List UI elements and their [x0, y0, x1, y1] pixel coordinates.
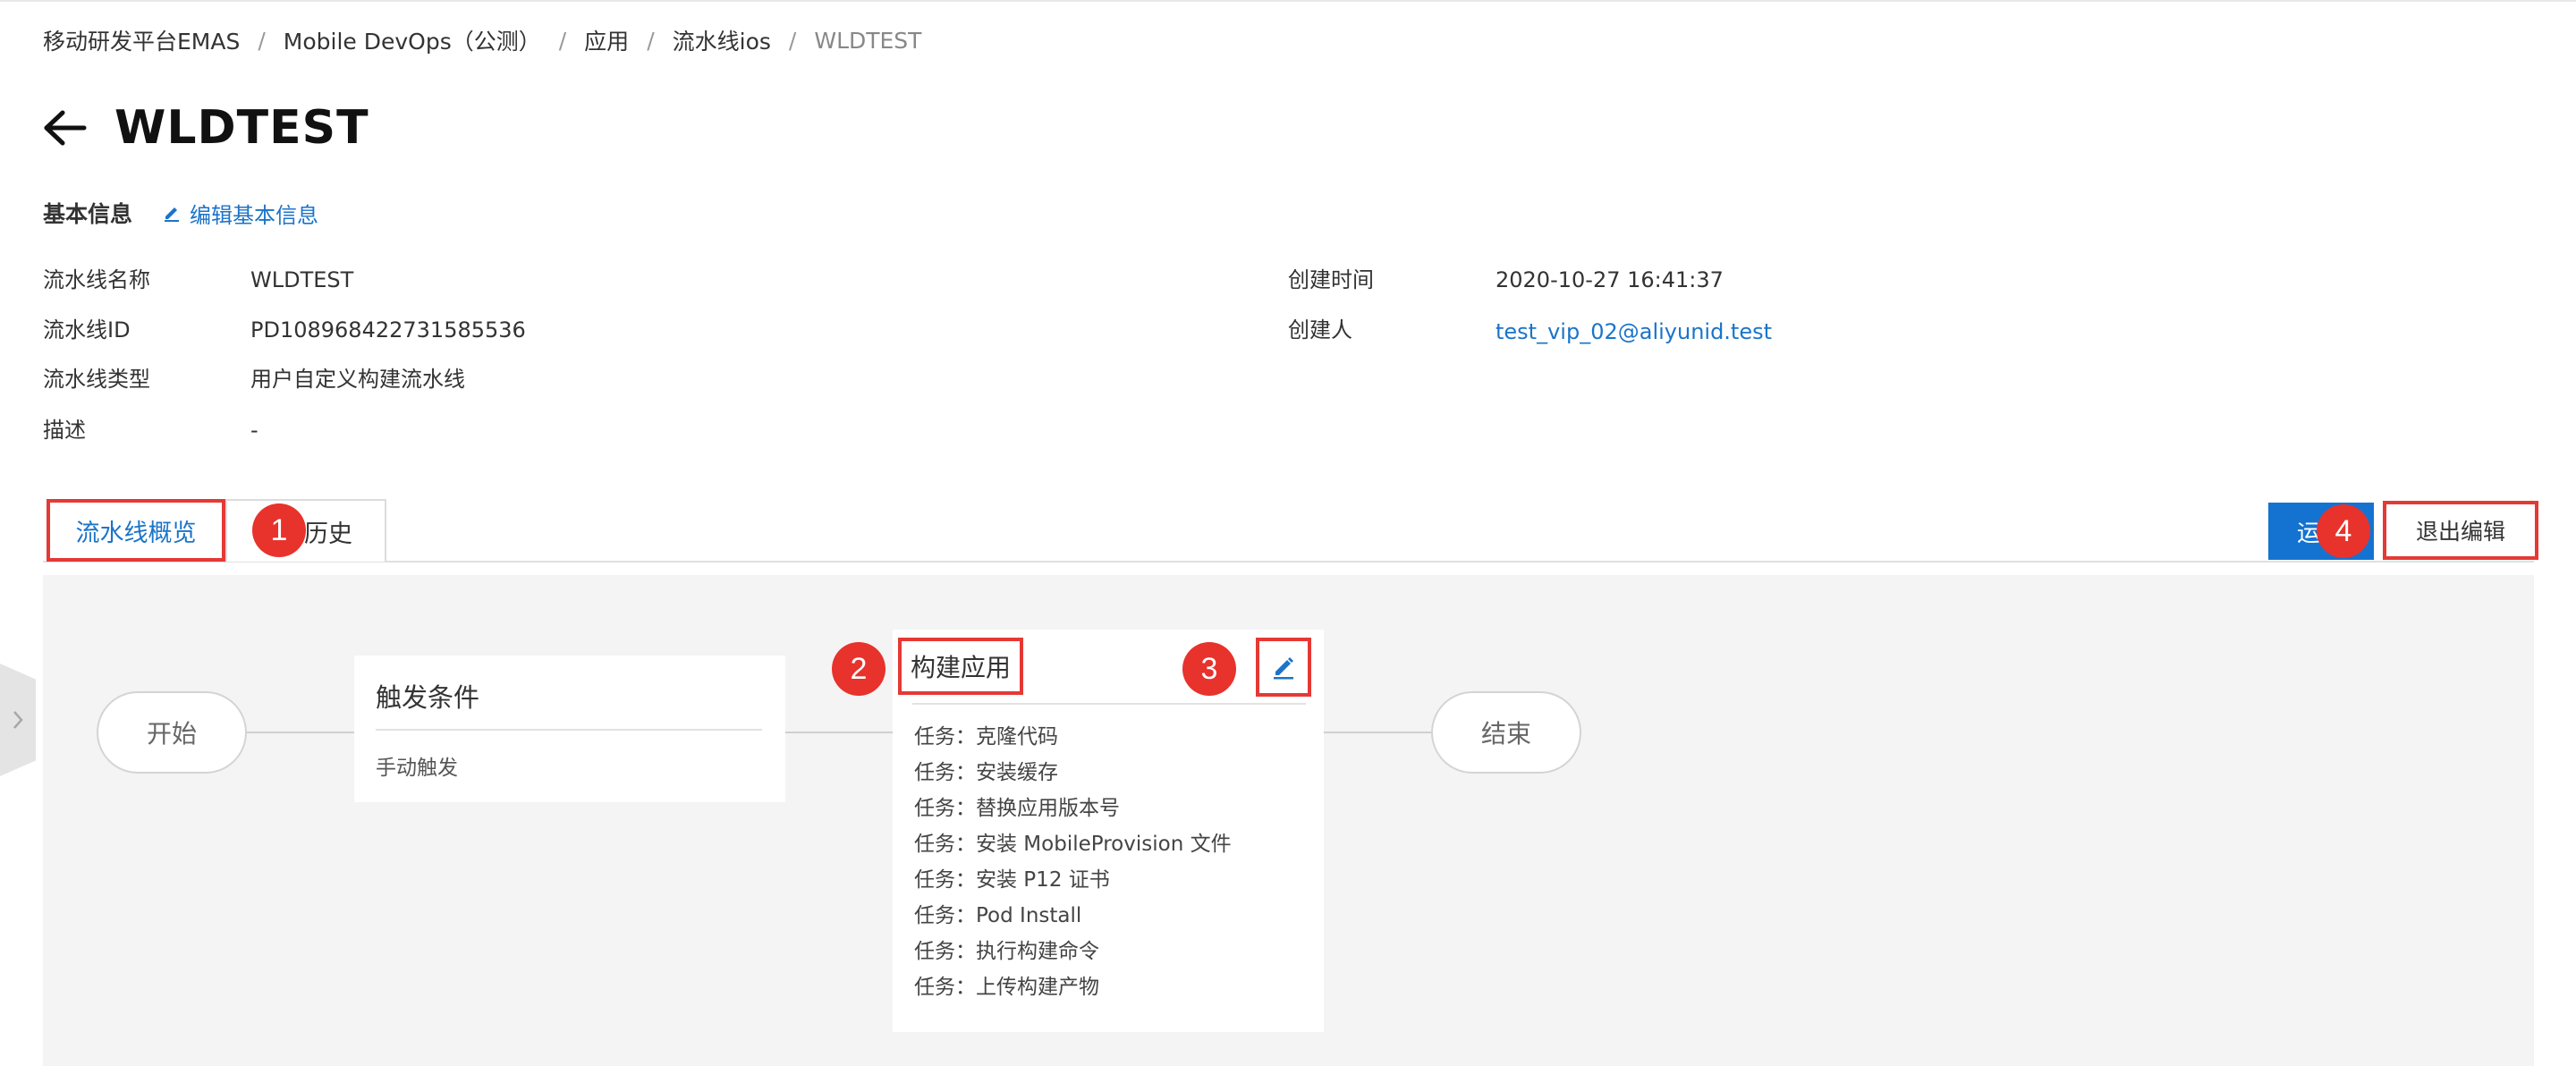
- start-node: 开始: [97, 691, 247, 774]
- breadcrumb-item-app[interactable]: 应用: [584, 24, 629, 56]
- task-item: 任务：替换应用版本号: [914, 797, 1120, 820]
- breadcrumb-item-devops[interactable]: Mobile DevOps（公测）: [284, 24, 541, 56]
- task-item: 任务：安装 P12 证书: [914, 868, 1110, 892]
- divider: [376, 729, 762, 731]
- build-stage-title-label: 构建应用: [910, 653, 1011, 682]
- breadcrumb-item-pipeline-ios[interactable]: 流水线ios: [673, 24, 771, 56]
- breadcrumb-item-emas[interactable]: 移动研发平台EMAS: [43, 24, 240, 56]
- trigger-title: 触发条件: [376, 682, 480, 713]
- pipeline-id-value: PD108968422731585536: [250, 317, 526, 343]
- pencil-icon: [165, 207, 180, 222]
- edit-stage-button[interactable]: [1256, 638, 1311, 697]
- connector-line: [1324, 732, 1433, 733]
- pipeline-type-label: 流水线类型: [43, 367, 150, 392]
- creator-label: 创建人: [1288, 317, 1352, 343]
- top-border: [0, 0, 2576, 2]
- divider: [912, 703, 1306, 705]
- tab-history-label: 历史: [304, 520, 352, 548]
- annotation-badge-1: 1: [252, 503, 306, 557]
- pipeline-detail-page: 移动研发平台EMAS / Mobile DevOps（公测） / 应用 / 流水…: [0, 0, 2576, 1066]
- edit-basic-info-link[interactable]: 编辑基本信息: [163, 198, 318, 229]
- build-stage-card[interactable]: 构建应用 任务：克隆代码 任务：安装缓存 任务：替换应用版本号 任务：安装 Mo…: [893, 630, 1324, 1032]
- description-value: -: [250, 418, 258, 443]
- pipeline-type-value: 用户自定义构建流水线: [250, 367, 465, 392]
- task-item: 任务：安装 MobileProvision 文件: [914, 833, 1232, 856]
- connector-line: [785, 732, 894, 733]
- tab-overview[interactable]: 流水线概览: [47, 499, 225, 562]
- basic-info-title: 基本信息: [43, 201, 133, 227]
- annotation-badge-3: 3: [1182, 642, 1236, 696]
- edit-basic-info-label: 编辑基本信息: [190, 202, 319, 228]
- breadcrumb-separator: /: [258, 27, 266, 54]
- start-label: 开始: [146, 719, 197, 749]
- chevron-right-icon: [13, 711, 23, 729]
- build-stage-title: 构建应用: [898, 638, 1023, 695]
- task-item: 任务：执行构建命令: [914, 940, 1099, 963]
- trigger-stage-card[interactable]: 触发条件 手动触发: [354, 656, 785, 802]
- task-item: 任务：克隆代码: [914, 725, 1058, 749]
- page-title: WLDTEST: [114, 101, 369, 155]
- trigger-text: 手动触发: [376, 757, 458, 780]
- breadcrumb-current: WLDTEST: [814, 27, 922, 54]
- tabs-underline: [43, 561, 2534, 563]
- end-label: 结束: [1480, 719, 1531, 749]
- exit-edit-button[interactable]: 退出编辑: [2383, 501, 2538, 560]
- creator-link[interactable]: test_vip_02@aliyunid.test: [1496, 317, 1772, 346]
- task-list: 任务：克隆代码 任务：安装缓存 任务：替换应用版本号 任务：安装 MobileP…: [914, 719, 1232, 1005]
- task-item: 任务：安装缓存: [914, 761, 1058, 784]
- connector-line: [247, 732, 356, 733]
- created-time-value: 2020-10-27 16:41:37: [1496, 267, 1724, 292]
- description-label: 描述: [43, 418, 86, 443]
- pipeline-name-value: WLDTEST: [250, 267, 354, 292]
- task-item: 任务：上传构建产物: [914, 976, 1099, 999]
- breadcrumb-separator: /: [788, 27, 797, 54]
- tab-history[interactable]: 历史: [225, 499, 386, 562]
- arrow-left-icon[interactable]: [43, 110, 88, 146]
- page-header: WLDTEST: [43, 97, 369, 159]
- basic-info-header: 基本信息 编辑基本信息: [43, 197, 318, 229]
- pipeline-name-label: 流水线名称: [43, 267, 150, 292]
- task-item: 任务：Pod Install: [914, 904, 1082, 927]
- pipeline-id-label: 流水线ID: [43, 317, 131, 343]
- sidebar-toggle[interactable]: [0, 664, 36, 776]
- breadcrumb-separator: /: [558, 27, 567, 54]
- annotation-badge-2: 2: [832, 642, 886, 696]
- breadcrumb: 移动研发平台EMAS / Mobile DevOps（公测） / 应用 / 流水…: [43, 25, 921, 55]
- annotation-badge-4: 4: [2317, 504, 2370, 558]
- exit-edit-label: 退出编辑: [2415, 519, 2505, 545]
- pencil-icon: [1274, 657, 1293, 680]
- created-time-label: 创建时间: [1288, 267, 1374, 292]
- breadcrumb-separator: /: [647, 27, 655, 54]
- tab-overview-label: 流水线概览: [75, 519, 197, 547]
- end-node: 结束: [1431, 691, 1581, 774]
